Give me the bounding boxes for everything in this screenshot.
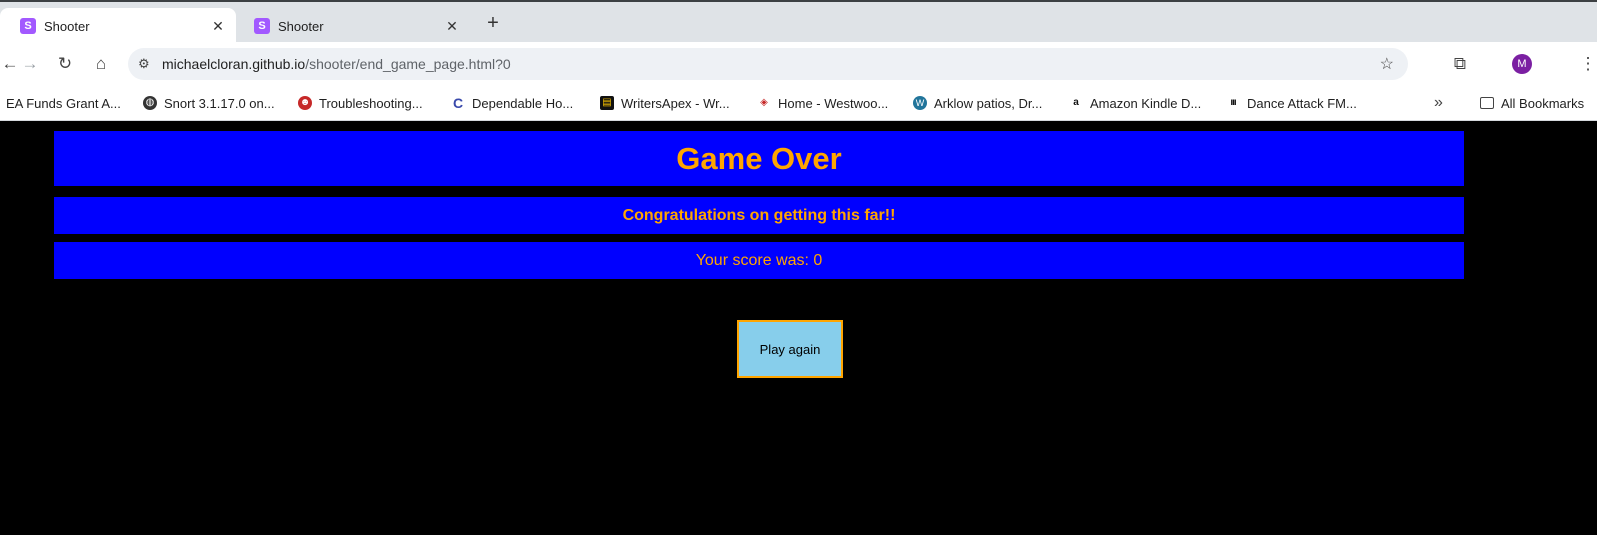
tab-shooter-2[interactable]: S Shooter ✕ (234, 8, 470, 44)
bookmarks-bar: EA Funds Grant A... ◍ Snort 3.1.17.0 on.… (0, 86, 1597, 121)
shooter-favicon-icon: S (20, 18, 36, 34)
bookmark-item[interactable]: C Dependable Ho... (451, 93, 573, 113)
c-logo-icon: C (451, 95, 465, 111)
bookmark-item[interactable]: ▤ WritersApex - Wr... (600, 93, 730, 113)
toolbar: ← → ↻ ⌂ ⚙ michaelcloran.github.io/shoote… (0, 42, 1597, 86)
close-tab-icon[interactable]: ✕ (444, 18, 460, 35)
bookmark-label: EA Funds Grant A... (6, 95, 121, 111)
globe-icon: ◍ (143, 96, 157, 110)
bookmark-item[interactable]: ☻ Troubleshooting... (298, 93, 423, 113)
bookmark-label: Snort 3.1.17.0 on... (164, 95, 275, 111)
tab-title: Shooter (44, 18, 90, 34)
devil-icon: ☻ (298, 96, 312, 110)
browser-window: S Shooter ✕ S Shooter ✕ + ← → ↻ ⌂ ⚙ mich… (0, 0, 1597, 535)
all-bookmarks-button[interactable]: All Bookmarks (1480, 93, 1584, 113)
bookmark-label: Arklow patios, Dr... (934, 95, 1043, 111)
game-over-heading: Game Over (54, 131, 1464, 186)
bookmark-item[interactable]: ııı Dance Attack FM... (1226, 93, 1357, 113)
bookmark-label: Troubleshooting... (319, 95, 423, 111)
bookmark-item[interactable]: ◈ Home - Westwoo... (757, 93, 888, 113)
new-tab-button[interactable]: + (484, 13, 502, 33)
box-icon: ◈ (757, 96, 771, 110)
profile-avatar[interactable]: M (1512, 54, 1532, 74)
tab-shooter-1[interactable]: S Shooter ✕ (0, 8, 236, 44)
address-bar[interactable]: ⚙ michaelcloran.github.io/shooter/end_ga… (128, 48, 1408, 80)
wordpress-icon: W (913, 96, 927, 110)
bookmark-item[interactable]: a Amazon Kindle D... (1069, 93, 1201, 113)
url-path: /shooter/end_game_page.html?0 (305, 56, 511, 72)
tab-title: Shooter (278, 18, 324, 34)
tab-strip: S Shooter ✕ S Shooter ✕ + (0, 0, 1597, 44)
page-content: Game Over Congratulations on getting thi… (0, 121, 1597, 535)
bookmark-item[interactable]: W Arklow patios, Dr... (913, 93, 1042, 113)
bars-icon: ııı (1226, 96, 1240, 110)
congrats-message: Congratulations on getting this far!! (54, 197, 1464, 234)
all-bookmarks-label: All Bookmarks (1501, 95, 1585, 111)
folder-icon (1480, 97, 1494, 109)
home-icon[interactable]: ⌂ (89, 52, 113, 76)
play-again-button[interactable]: Play again (737, 320, 843, 378)
bookmark-label: Dance Attack FM... (1247, 95, 1357, 111)
book-icon: ▤ (600, 96, 614, 110)
score-display: Your score was: 0 (54, 242, 1464, 279)
bookmark-item[interactable]: EA Funds Grant A... (6, 93, 121, 113)
menu-kebab-icon[interactable]: ⋮ (1576, 52, 1597, 76)
bookmark-item[interactable]: ◍ Snort 3.1.17.0 on... (143, 93, 275, 113)
bookmark-label: Amazon Kindle D... (1090, 95, 1202, 111)
bookmark-label: WritersApex - Wr... (621, 95, 730, 111)
close-tab-icon[interactable]: ✕ (210, 18, 226, 35)
bookmark-label: Dependable Ho... (472, 95, 574, 111)
shooter-favicon-icon: S (254, 18, 270, 34)
site-info-icon[interactable]: ⚙ (138, 56, 158, 72)
bookmarks-overflow-icon[interactable]: » (1434, 93, 1443, 113)
url-host: michaelcloran.github.io (162, 56, 306, 72)
bookmark-label: Home - Westwoo... (778, 95, 889, 111)
extensions-icon[interactable]: ⧉ (1448, 52, 1472, 76)
forward-icon[interactable]: → (18, 52, 42, 76)
reload-icon[interactable]: ↻ (53, 52, 77, 76)
bookmark-star-icon[interactable]: ☆ (1380, 54, 1394, 74)
amazon-icon: a (1069, 96, 1083, 110)
